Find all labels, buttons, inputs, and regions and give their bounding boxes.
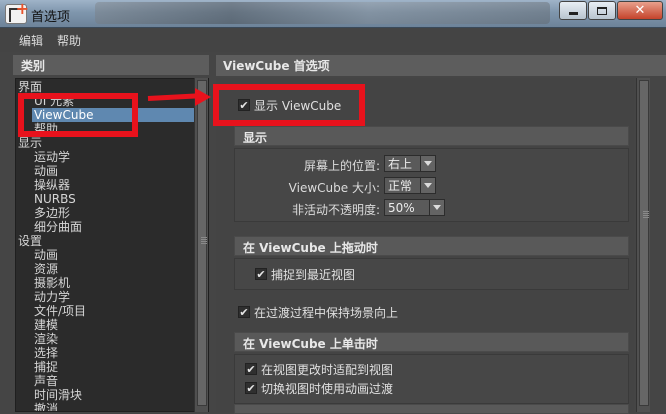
tree-item[interactable]: 运动学	[34, 150, 70, 164]
preferences-app-icon	[5, 0, 29, 24]
fit-to-view-row[interactable]: ✔ 在视图更改时适配到视图	[245, 361, 393, 377]
click-section-header[interactable]: 在 ViewCube 上单击时	[234, 332, 629, 352]
grip-icon	[643, 211, 649, 212]
tree-item[interactable]: 声音	[34, 374, 58, 388]
window-title: 首选项	[31, 10, 71, 25]
animate-transition-row[interactable]: ✔ 切换视图时使用动画过渡	[245, 380, 393, 396]
menu-help[interactable]: 帮助	[57, 32, 81, 49]
animate-transition-label: 切换视图时使用动画过渡	[261, 381, 394, 396]
categories-header: 类别	[13, 55, 209, 75]
chevron-down-icon	[420, 178, 435, 193]
position-value: 右上	[388, 157, 413, 171]
opacity-label: 非活动不透明度:	[291, 203, 380, 217]
menu-edit[interactable]: 编辑	[19, 32, 43, 49]
blurred-background	[95, 2, 550, 24]
tree-item[interactable]: 渲染	[34, 332, 58, 346]
keep-upright-checkbox[interactable]: ✔	[238, 306, 250, 318]
minimize-button[interactable]	[559, 1, 587, 20]
snap-checkbox[interactable]: ✔	[255, 268, 267, 280]
tree-item[interactable]: 动画	[34, 248, 58, 262]
annotation-arrow-head	[195, 88, 211, 106]
size-label: ViewCube 大小:	[288, 181, 380, 195]
maximize-button[interactable]	[588, 1, 616, 20]
tree-item[interactable]: 显示	[18, 136, 42, 150]
fit-to-view-checkbox[interactable]: ✔	[245, 363, 257, 375]
keep-upright-label: 在过渡过程中保持场景向上	[254, 305, 399, 320]
preferences-scroll-thumb[interactable]	[639, 80, 649, 406]
tree-item[interactable]: 文件/项目	[34, 304, 86, 318]
next-section-header	[234, 404, 629, 414]
categories-scrollbar[interactable]	[194, 78, 208, 412]
close-icon: ✕	[634, 3, 646, 18]
minimize-icon	[568, 12, 578, 15]
tree-item[interactable]: 动力学	[34, 290, 70, 304]
tree-item[interactable]: 摄影机	[34, 276, 70, 290]
highlight-box-viewcube-item	[18, 93, 138, 137]
title-bar[interactable]: 首选项 ✕	[0, 0, 666, 28]
animate-transition-checkbox[interactable]: ✔	[245, 382, 257, 394]
size-value: 正常	[388, 179, 413, 193]
preferences-scrollbar[interactable]	[636, 78, 650, 412]
tree-item[interactable]: 选择	[34, 346, 58, 360]
viewcube-preferences-header: ViewCube 首选项	[216, 55, 666, 76]
display-section-header[interactable]: 显示	[234, 126, 629, 146]
snap-row[interactable]: ✔ 捕捉到最近视图	[255, 266, 355, 282]
highlight-box-show-viewcube	[213, 84, 365, 126]
size-dropdown[interactable]: 正常	[384, 177, 436, 194]
position-dropdown[interactable]: 右上	[384, 155, 436, 172]
position-label: 屏幕上的位置:	[303, 159, 380, 173]
menu-bar: 编辑 帮助	[0, 28, 666, 52]
opacity-dropdown[interactable]: 50%	[384, 199, 445, 216]
tree-item[interactable]: 细分曲面	[34, 220, 82, 234]
tree-item[interactable]: 动画	[34, 164, 58, 178]
maximize-icon	[597, 6, 607, 15]
opacity-value: 50%	[388, 200, 415, 215]
tree-item[interactable]: 多边形	[34, 206, 70, 220]
snap-label: 捕捉到最近视图	[271, 267, 356, 282]
tree-item[interactable]: 设置	[18, 234, 42, 248]
keep-upright-row[interactable]: ✔ 在过渡过程中保持场景向上	[238, 304, 398, 320]
tree-item[interactable]: 时间滑块	[34, 388, 82, 402]
fit-to-view-label: 在视图更改时适配到视图	[261, 362, 394, 377]
tree-item[interactable]: 资源	[34, 262, 58, 276]
categories-scroll-thumb[interactable]	[197, 80, 207, 406]
tree-item[interactable]: 界面	[18, 80, 42, 94]
drag-section-header[interactable]: 在 ViewCube 上拖动时	[234, 236, 629, 256]
tree-item[interactable]: 撤消	[34, 402, 58, 411]
chevron-down-icon	[420, 156, 435, 171]
grip-icon	[201, 237, 207, 238]
tree-item[interactable]: NURBS	[34, 192, 76, 206]
close-button[interactable]: ✕	[617, 1, 663, 20]
tree-item[interactable]: 捕捉	[34, 360, 58, 374]
tree-item[interactable]: 操纵器	[34, 178, 70, 192]
chevron-down-icon	[429, 200, 444, 215]
tree-item[interactable]: 建模	[34, 318, 58, 332]
